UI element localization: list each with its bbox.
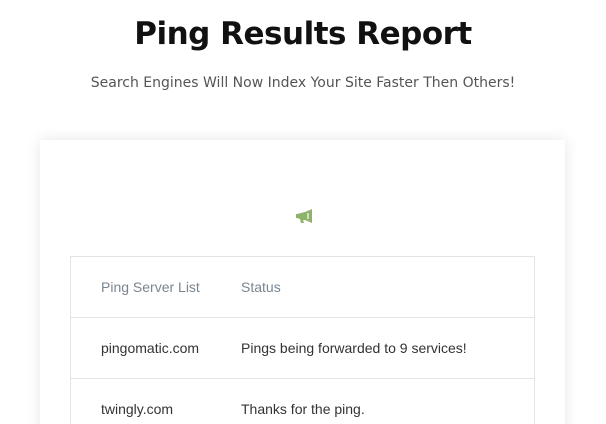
page-subtitle: Search Engines Will Now Index Your Site … (90, 75, 516, 91)
table-row: twingly.com Thanks for the ping. (70, 378, 535, 424)
column-header-server: Ping Server List (70, 256, 241, 318)
table-header-row: Ping Server List Status (70, 256, 535, 318)
server-cell: twingly.com (70, 378, 241, 424)
status-cell: Pings being forwarded to 9 services! (241, 317, 535, 379)
table-row: pingomatic.com Pings being forwarded to … (70, 317, 535, 379)
page-title: Ping Results Report (134, 16, 472, 52)
status-cell: Thanks for the ping. (241, 378, 535, 424)
column-header-status: Status (241, 256, 535, 318)
ping-results-table: Ping Server List Status pingomatic.com P… (70, 256, 535, 424)
server-cell: pingomatic.com (70, 317, 241, 379)
results-card: Ping Server List Status pingomatic.com P… (40, 140, 565, 424)
megaphone-icon (295, 208, 317, 224)
